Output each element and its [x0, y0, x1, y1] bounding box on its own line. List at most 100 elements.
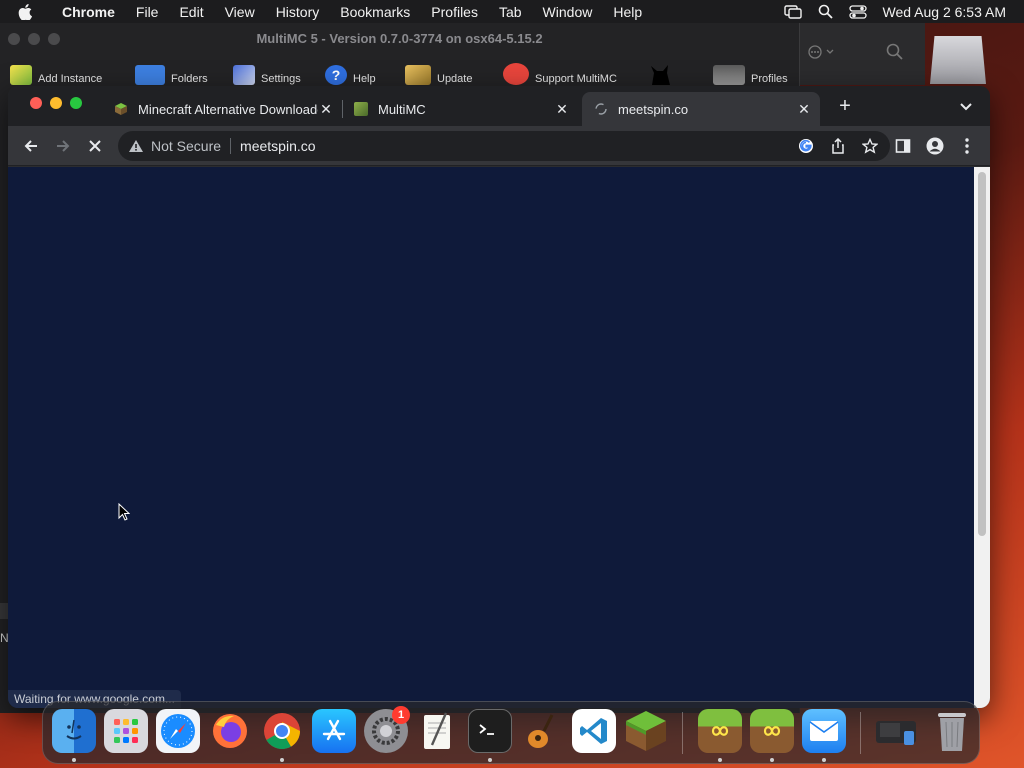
- folders-label: Folders: [171, 73, 208, 85]
- close-tab-icon[interactable]: ✕: [318, 101, 334, 118]
- page-content[interactable]: [8, 167, 974, 708]
- downloads-icon[interactable]: [874, 709, 918, 753]
- minecraft-icon[interactable]: [624, 709, 668, 753]
- close-tab-icon[interactable]: ✕: [796, 101, 812, 118]
- menu-edit[interactable]: Edit: [179, 4, 203, 20]
- terminal-running-indicator: [488, 758, 492, 762]
- menu-file[interactable]: File: [136, 4, 159, 20]
- help-label: Help: [353, 73, 376, 85]
- tab-strip: Minecraft Alternative Downloader ✕ Multi…: [8, 86, 990, 126]
- tab-search-chevron-down-icon[interactable]: [958, 98, 974, 114]
- multimc-window-title: MultiMC 5 - Version 0.7.0-3774 on osx64-…: [256, 30, 543, 46]
- mouse-pointer-icon: [118, 502, 131, 521]
- zoom-window-icon[interactable]: [70, 97, 82, 109]
- multimc-icon[interactable]: [698, 709, 742, 753]
- menu-view[interactable]: View: [225, 4, 255, 20]
- firefox-icon[interactable]: [208, 709, 252, 753]
- stop-loading-x-icon[interactable]: [85, 136, 105, 156]
- menu-app-name[interactable]: Chrome: [62, 4, 115, 20]
- settings-icon: [233, 65, 255, 85]
- menu-history[interactable]: History: [276, 4, 320, 20]
- folders-button[interactable]: Folders: [135, 65, 208, 85]
- control-center-icon[interactable]: [848, 4, 867, 19]
- chrome-icon[interactable]: [260, 709, 304, 753]
- back-arrow-icon[interactable]: [21, 136, 41, 156]
- safari-icon[interactable]: [156, 709, 200, 753]
- address-bar[interactable]: Not Secure meetspin.co: [118, 131, 890, 161]
- menubar-clock[interactable]: Wed Aug 2 6:53 AM: [883, 4, 1007, 20]
- security-status-label[interactable]: Not Secure: [151, 138, 221, 154]
- add-instance-icon: [10, 65, 32, 85]
- dock: 1: [42, 701, 980, 764]
- tab-label: Minecraft Alternative Downloader: [138, 101, 318, 117]
- multimc-side-handle: [0, 603, 8, 619]
- garageband-icon[interactable]: [520, 709, 564, 753]
- new-tab-plus-icon[interactable]: +: [834, 95, 856, 117]
- patreon-icon: [503, 63, 529, 85]
- close-window-icon[interactable]: [30, 97, 42, 109]
- app-store-icon[interactable]: [312, 709, 356, 753]
- chrome-window: Minecraft Alternative Downloader ✕ Multi…: [8, 86, 990, 708]
- minimize-window-icon[interactable]: [28, 33, 40, 45]
- multimc-2-running-indicator: [770, 758, 774, 762]
- more-menu-kebab-icon[interactable]: [957, 136, 977, 156]
- screen-mirroring-icon[interactable]: [783, 4, 802, 19]
- bookmark-star-icon[interactable]: [862, 138, 878, 154]
- launchpad-icon[interactable]: [104, 709, 148, 753]
- url-text[interactable]: meetspin.co: [240, 138, 315, 154]
- spotlight-search-icon[interactable]: [818, 4, 833, 19]
- profiles-label: Profiles: [751, 73, 788, 85]
- search-icon[interactable]: [886, 43, 904, 66]
- profile-avatar-icon: [713, 65, 745, 85]
- update-label: Update: [437, 73, 473, 85]
- menu-window[interactable]: Window: [543, 4, 593, 20]
- multimc-toolbar: Add Instance Folders Settings ? Help Upd…: [0, 57, 800, 85]
- chrome-running-indicator: [280, 758, 284, 762]
- background-window-toolbar: [800, 23, 925, 85]
- dock-divider: [682, 712, 683, 754]
- tab-minecraft-alternative-downloader[interactable]: Minecraft Alternative Downloader ✕: [102, 92, 342, 126]
- support-multimc-button[interactable]: Support MultiMC: [503, 63, 617, 85]
- update-button[interactable]: Update: [405, 65, 472, 85]
- close-tab-icon[interactable]: ✕: [554, 101, 570, 118]
- minecraft-grass-block-icon: [114, 102, 128, 116]
- cat-icon: [648, 63, 672, 85]
- menu-help[interactable]: Help: [613, 4, 642, 20]
- profile-avatar-icon[interactable]: [925, 136, 945, 156]
- forward-arrow-icon[interactable]: [53, 136, 73, 156]
- desktop-trash-can-icon: [930, 36, 986, 84]
- share-icon[interactable]: [830, 138, 846, 154]
- apple-menu-icon[interactable]: [18, 3, 36, 20]
- help-icon: ?: [325, 65, 347, 85]
- zoom-window-icon[interactable]: [48, 33, 60, 45]
- add-instance-label: Add Instance: [38, 73, 103, 85]
- help-button[interactable]: ? Help: [325, 65, 376, 85]
- side-panel-icon[interactable]: [893, 136, 913, 156]
- finder-icon[interactable]: [52, 709, 96, 753]
- multimc-2-icon[interactable]: [750, 709, 794, 753]
- google-lens-icon[interactable]: [798, 138, 814, 154]
- more-options-icon[interactable]: [806, 44, 836, 65]
- settings-notification-badge: 1: [392, 706, 410, 724]
- mail-running-indicator: [822, 758, 826, 762]
- textedit-icon[interactable]: [416, 709, 460, 753]
- vscode-icon[interactable]: [572, 709, 616, 753]
- menu-profiles[interactable]: Profiles: [431, 4, 478, 20]
- menu-bookmarks[interactable]: Bookmarks: [340, 4, 410, 20]
- warning-triangle-icon[interactable]: [128, 138, 144, 154]
- tab-meetspin[interactable]: meetspin.co ✕: [582, 92, 820, 126]
- terminal-icon[interactable]: [468, 709, 512, 753]
- scrollbar-thumb[interactable]: [978, 172, 986, 536]
- close-window-icon[interactable]: [8, 33, 20, 45]
- menu-tab[interactable]: Tab: [499, 4, 522, 20]
- mail-icon[interactable]: [802, 709, 846, 753]
- settings-button[interactable]: Settings: [233, 65, 301, 85]
- window-controls: [30, 97, 82, 109]
- minimize-window-icon[interactable]: [50, 97, 62, 109]
- tab-multimc[interactable]: MultiMC ✕: [342, 92, 578, 126]
- omnibox-divider: [230, 138, 232, 154]
- add-instance-button[interactable]: Add Instance: [10, 65, 102, 85]
- profiles-button[interactable]: Profiles: [713, 65, 788, 85]
- trash-icon[interactable]: [930, 709, 974, 753]
- support-label: Support MultiMC: [535, 73, 617, 85]
